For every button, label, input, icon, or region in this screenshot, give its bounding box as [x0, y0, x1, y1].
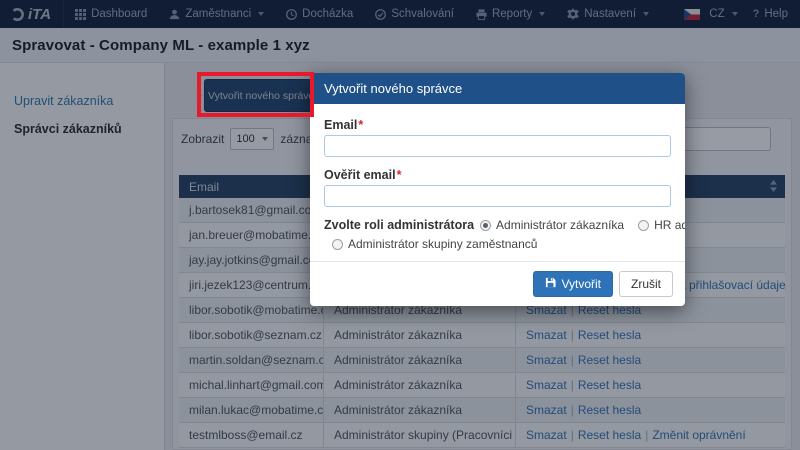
- save-icon: [545, 277, 556, 291]
- modal-title: Vytvořit nového správce: [324, 81, 462, 96]
- email-label-text: Email: [324, 118, 357, 132]
- required-marker: *: [397, 168, 402, 182]
- radio-administrator-skupiny[interactable]: [332, 239, 343, 250]
- app-window: iTA Dashboard Zaměstnanci Docházka Schva…: [0, 0, 800, 450]
- radio-label[interactable]: Administrátor skupiny zaměstnanců: [348, 236, 537, 253]
- radio-label[interactable]: HR administrátor: [654, 217, 685, 234]
- submit-button[interactable]: Vytvořit: [533, 271, 613, 297]
- verify-email-field-label: Ověřit email*: [324, 168, 671, 182]
- email-field[interactable]: [324, 135, 671, 157]
- email-field-label: Email*: [324, 118, 671, 132]
- required-marker: *: [358, 118, 363, 132]
- verify-email-field[interactable]: [324, 185, 671, 207]
- radio-administrator-zakaznika[interactable]: [480, 220, 491, 231]
- radio-label[interactable]: Administrátor zákazníka: [496, 217, 624, 234]
- cancel-button[interactable]: Zrušit: [619, 271, 673, 297]
- role-radio-group: Zvolte roli administrátora Administrátor…: [324, 217, 671, 253]
- radio-hr-administrator[interactable]: [638, 220, 649, 231]
- role-group-label: Zvolte roli administrátora: [324, 217, 474, 234]
- create-admin-modal: Vytvořit nového správce Email* Ověřit em…: [310, 73, 685, 306]
- verify-email-label-text: Ověřit email: [324, 168, 396, 182]
- modal-body: Email* Ověřit email* Zvolte roli adminis…: [310, 104, 685, 261]
- modal-footer: Vytvořit Zrušit: [310, 261, 685, 306]
- modal-header: Vytvořit nového správce: [310, 73, 685, 104]
- submit-button-label: Vytvořit: [561, 277, 601, 291]
